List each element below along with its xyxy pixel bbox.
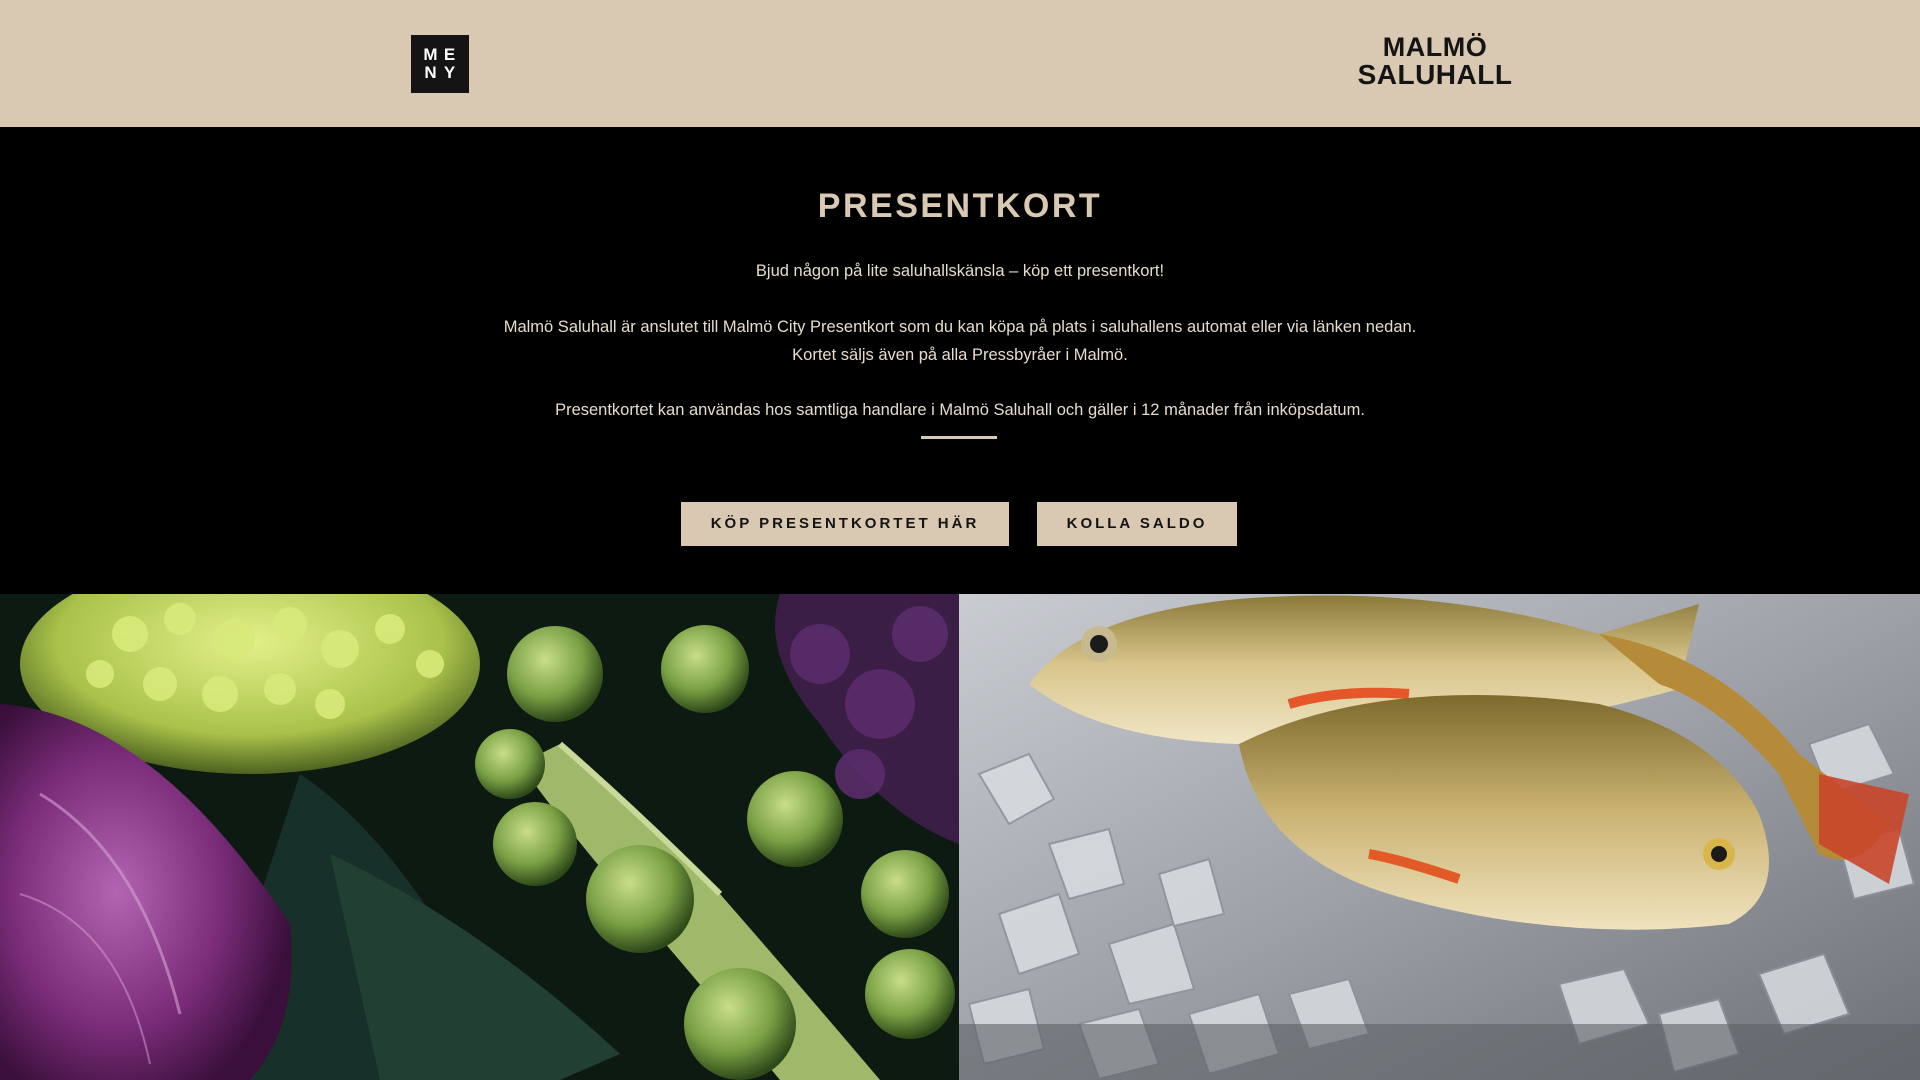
logo-line-1: MALMÖ [1382, 32, 1488, 62]
menu-letter: M [423, 45, 438, 64]
vegetables-image [0, 594, 959, 1080]
fish-on-ice-image [959, 594, 1920, 1080]
logo-line-2: SALUHALL [1357, 59, 1513, 90]
check-balance-button[interactable]: KOLLA SALDO [1037, 502, 1237, 546]
menu-letter: E [443, 45, 456, 64]
buy-gift-card-button[interactable]: KÖP PRESENTKORTET HÄR [681, 502, 1009, 546]
site-logo[interactable]: MALMÖ SALUHALL [1350, 34, 1520, 96]
info-paragraph: Malmö Saluhall är anslutet till Malmö Ci… [503, 318, 1417, 364]
site-header: M E N Y MALMÖ SALUHALL [0, 0, 1920, 127]
intro-paragraph: Bjud någon på lite saluhallskänsla – köp… [755, 262, 1165, 280]
menu-letter: N [424, 63, 437, 82]
validity-paragraph: Presentkortet kan användas hos samtliga … [555, 401, 1365, 419]
page-title: PRESENTKORT [817, 187, 1103, 225]
section-divider [921, 436, 997, 439]
menu-letter: Y [443, 63, 456, 82]
menu-button[interactable]: M E N Y [411, 35, 469, 93]
gift-card-section: PRESENTKORT Bjud någon på lite saluhalls… [0, 127, 1920, 594]
